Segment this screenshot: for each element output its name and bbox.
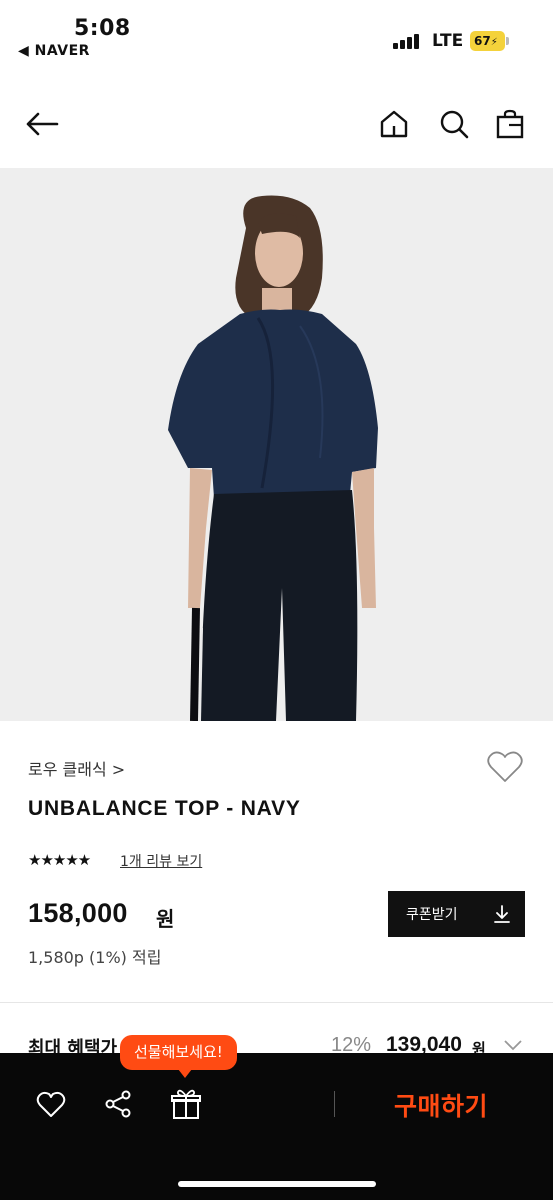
top-nav-bar	[0, 88, 553, 162]
status-time: 5:08	[74, 16, 131, 41]
arrow-left-icon	[26, 112, 59, 136]
gift-icon	[171, 1089, 201, 1119]
search-icon	[440, 110, 469, 139]
bottom-bar-separator	[334, 1091, 335, 1117]
points-info: 1,580p (1%) 적립	[28, 948, 162, 967]
buy-button[interactable]: 구매하기	[394, 1087, 488, 1123]
gift-tooltip: 선물해보세요!	[120, 1035, 237, 1078]
product-title: UNBALANCE TOP - NAVY	[28, 797, 301, 820]
gift-button[interactable]	[166, 1084, 206, 1124]
brand-link[interactable]: 로우 클래식 >	[28, 756, 125, 780]
battery-level: 67	[474, 34, 491, 48]
wishlist-button[interactable]	[486, 750, 524, 786]
home-icon	[380, 110, 408, 138]
back-button[interactable]	[22, 104, 62, 144]
model-photo	[0, 168, 553, 721]
cart-button[interactable]	[490, 104, 530, 144]
review-link[interactable]: 1개 리뷰 보기	[120, 851, 202, 871]
search-button[interactable]	[434, 104, 474, 144]
home-indicator	[178, 1181, 376, 1187]
price-unit: 원	[156, 907, 175, 931]
rating-stars: ★★★★★	[28, 851, 91, 869]
product-image[interactable]	[0, 168, 553, 721]
share-icon	[105, 1090, 131, 1118]
back-to-app-link[interactable]: ◀ NAVER	[18, 43, 90, 59]
coupon-download-button[interactable]: 쿠폰받기	[388, 891, 525, 937]
heart-icon	[487, 751, 523, 782]
home-button[interactable]	[374, 104, 414, 144]
share-button[interactable]	[98, 1084, 138, 1124]
bottom-action-bar: 구매하기	[0, 1053, 553, 1200]
signal-icon	[393, 33, 423, 49]
section-divider	[0, 1002, 553, 1003]
battery-icon: 67⚡	[470, 31, 510, 51]
download-icon	[494, 905, 510, 923]
chevron-down-icon	[504, 1040, 522, 1051]
network-type: LTE	[432, 31, 464, 51]
bottom-wishlist-button[interactable]	[31, 1084, 71, 1124]
heart-icon	[36, 1091, 66, 1117]
shopping-bag-icon	[496, 109, 524, 139]
product-price: 158,000	[28, 898, 128, 928]
status-bar: 5:08 ◀ NAVER LTE 67⚡	[0, 0, 553, 70]
coupon-label: 쿠폰받기	[406, 907, 458, 923]
